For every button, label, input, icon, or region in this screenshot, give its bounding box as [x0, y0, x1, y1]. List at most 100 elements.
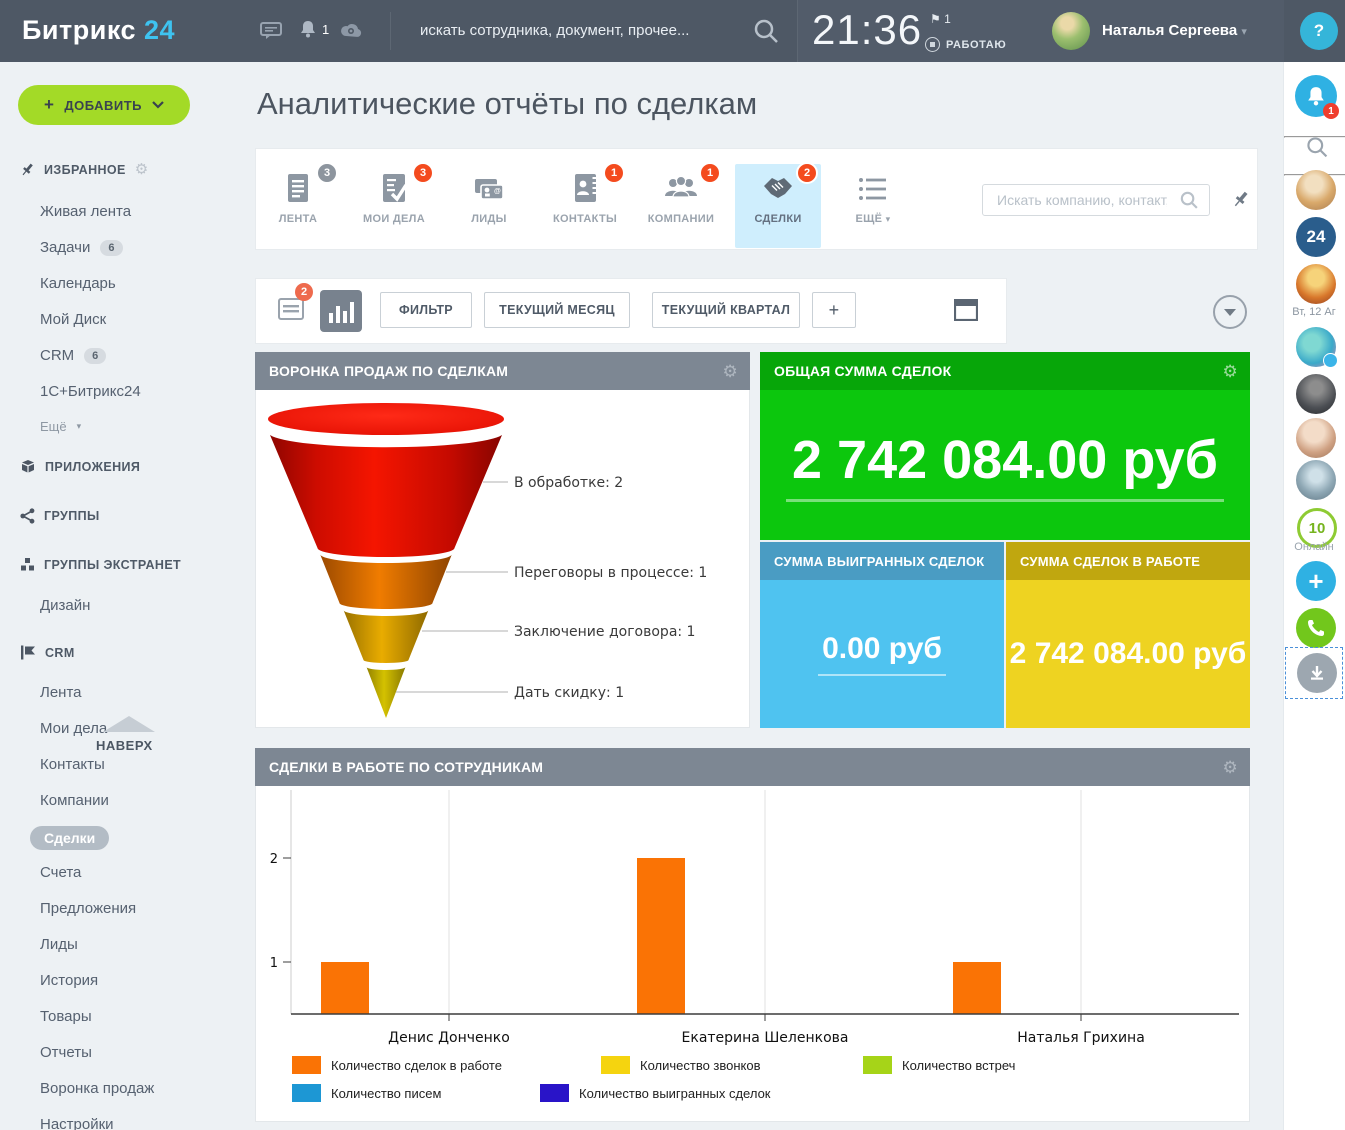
bar-Денис Донченко[interactable]: [321, 962, 369, 1014]
sidebar-item-live-feed[interactable]: Живая лента: [40, 203, 131, 220]
view-chart-toggle-selected[interactable]: [320, 290, 362, 332]
sidebar-item-products[interactable]: Товары: [40, 1008, 92, 1025]
flag-counter[interactable]: ⚑ 1: [930, 12, 951, 26]
groups-section-header[interactable]: ГРУППЫ: [20, 508, 100, 524]
in-work-sum-value[interactable]: 2 742 084.00 руб: [1010, 637, 1247, 671]
sidebar-item-settings[interactable]: Настройки: [40, 1116, 114, 1130]
rail-add-button[interactable]: +: [1296, 561, 1336, 601]
sidebar-item-reports[interactable]: Отчеты: [40, 1044, 92, 1061]
app-logo[interactable]: Битрикс 24: [22, 15, 175, 46]
gear-icon[interactable]: ⚙: [135, 162, 149, 177]
current-month-button[interactable]: ТЕКУЩИЙ МЕСЯЦ: [484, 292, 630, 328]
tab-feed[interactable]: ЛЕНТА 3: [253, 170, 343, 225]
share-icon: [20, 508, 35, 524]
sidebar-item-calendar[interactable]: Календарь: [40, 275, 116, 292]
sidebar-item-more[interactable]: Ещё▾: [40, 419, 81, 434]
flag-count: 1: [944, 12, 951, 26]
tasks-count-badge: 6: [100, 240, 122, 256]
rail-avatar[interactable]: [1296, 418, 1336, 458]
filter-button[interactable]: ФИЛЬТР: [380, 292, 472, 328]
pin-icon[interactable]: [1231, 189, 1251, 214]
rail-phone-button[interactable]: [1296, 608, 1336, 648]
list-icon: [858, 176, 888, 202]
crm-label: CRM: [45, 646, 75, 660]
back-to-top-label[interactable]: НАВЕРХ: [96, 738, 153, 753]
crm-section-header[interactable]: CRM: [20, 645, 75, 660]
page-title: Аналитические отчёты по сделкам: [257, 86, 757, 122]
add-button[interactable]: + ДОБАВИТЬ: [18, 85, 190, 125]
view-list-icon[interactable]: [278, 298, 304, 325]
gear-icon[interactable]: ⚙: [1223, 759, 1238, 776]
address-book-icon: [568, 170, 602, 208]
rail-avatar[interactable]: [1296, 170, 1336, 210]
rail-avatar[interactable]: [1296, 460, 1336, 500]
won-sum-value[interactable]: 0.00 руб: [818, 632, 946, 676]
tab-my-activities[interactable]: МОИ ДЕЛА 3: [349, 170, 439, 225]
sidebar-item-crm[interactable]: CRM6: [40, 347, 106, 364]
legend-swatch: [540, 1084, 569, 1102]
rail-avatar[interactable]: [1296, 264, 1336, 304]
rail-search-icon[interactable]: [1305, 135, 1329, 164]
apps-section-header[interactable]: ПРИЛОЖЕНИЯ: [20, 459, 140, 474]
rail-notifications-button[interactable]: 1: [1295, 75, 1337, 117]
collapse-report-button[interactable]: [1213, 295, 1247, 329]
messenger-icon[interactable]: [260, 22, 282, 45]
sidebar-item-quotes[interactable]: Предложения: [40, 900, 136, 917]
gear-icon[interactable]: ⚙: [1223, 363, 1238, 380]
crm-search-input[interactable]: [995, 189, 1169, 211]
tab-my-activities-badge: 3: [412, 162, 434, 184]
rail-avatar[interactable]: [1296, 374, 1336, 414]
work-status[interactable]: РАБОТАЮ: [925, 37, 1006, 52]
work-clock[interactable]: 21:36: [812, 6, 922, 54]
bar-Екатерина Шеленкова[interactable]: [637, 858, 685, 1014]
cloud-icon[interactable]: [340, 22, 362, 43]
tab-more[interactable]: ЕЩЁ ▾: [828, 176, 918, 225]
rail-day-badge[interactable]: 24: [1296, 217, 1336, 257]
sidebar-item-deals-selected[interactable]: Сделки: [30, 826, 109, 850]
current-quarter-button[interactable]: ТЕКУЩИЙ КВАРТАЛ: [652, 292, 800, 328]
crm-search-box: [982, 184, 1210, 216]
rail-download-button[interactable]: [1297, 653, 1337, 693]
sidebar-item-tasks[interactable]: Задачи6: [40, 239, 123, 256]
rail-avatar[interactable]: [1296, 327, 1336, 367]
extranet-section-header[interactable]: ГРУППЫ ЭКСТРАНЕТ: [20, 557, 181, 572]
global-search-icon[interactable]: [752, 17, 780, 50]
sidebar-item-design[interactable]: Дизайн: [40, 597, 90, 614]
bar-series: [321, 858, 1001, 1014]
won-sum-widget-body: 0.00 руб: [760, 580, 1004, 728]
favorites-section-header[interactable]: ИЗБРАННОЕ ⚙: [20, 162, 149, 177]
sidebar-item-feed[interactable]: Лента: [40, 684, 82, 701]
user-avatar[interactable]: [1052, 12, 1090, 50]
tab-companies[interactable]: КОМПАНИИ 1: [636, 170, 726, 225]
total-sum-value[interactable]: 2 742 084.00 руб: [786, 429, 1224, 502]
sidebar-item-my-disk[interactable]: Мой Диск: [40, 311, 106, 328]
crm-search-icon[interactable]: [1179, 190, 1199, 215]
global-search-input[interactable]: искать сотрудника, документ, прочее...: [420, 22, 689, 39]
sidebar-item-companies[interactable]: Компании: [40, 792, 109, 809]
gear-icon[interactable]: ⚙: [723, 363, 738, 380]
notifications-count[interactable]: 1: [322, 22, 329, 37]
bar-Наталья Грихина[interactable]: [953, 962, 1001, 1014]
sidebar-item-leads[interactable]: Лиды: [40, 936, 78, 953]
help-button[interactable]: ?: [1300, 12, 1338, 50]
rail-bell-badge: 1: [1323, 103, 1339, 119]
back-to-top-arrow[interactable]: [103, 716, 155, 732]
user-name[interactable]: Наталья Сергеева ▾: [1102, 22, 1247, 39]
online-label: Онлайн: [1283, 541, 1345, 553]
sidebar-item-history[interactable]: История: [40, 972, 98, 989]
x-label-employee-2: Екатерина Шеленкова: [682, 1030, 849, 1046]
sidebar-item-my-activities[interactable]: Мои дела: [40, 720, 107, 737]
sidebar-item-contacts[interactable]: Контакты: [40, 756, 105, 773]
add-period-button[interactable]: +: [812, 292, 856, 328]
feed-document-icon: [281, 170, 315, 208]
sidebar-item-invoices[interactable]: Счета: [40, 864, 81, 881]
tab-contacts[interactable]: КОНТАКТЫ 1: [540, 170, 630, 225]
add-button-label: ДОБАВИТЬ: [64, 98, 142, 113]
notifications-bell-icon[interactable]: [300, 20, 316, 43]
board-view-icon[interactable]: [954, 299, 978, 326]
funnel-widget-title: ВОРОНКА ПРОДАЖ ПО СДЕЛКАМ: [269, 363, 508, 379]
sidebar-item-1c-bitrix24[interactable]: 1С+Битрикс24: [40, 383, 141, 400]
tab-leads[interactable]: @ ЛИДЫ: [444, 170, 534, 225]
sidebar-item-sales-funnel[interactable]: Воронка продаж: [40, 1080, 154, 1097]
tab-deals[interactable]: СДЕЛКИ 2: [733, 170, 823, 225]
